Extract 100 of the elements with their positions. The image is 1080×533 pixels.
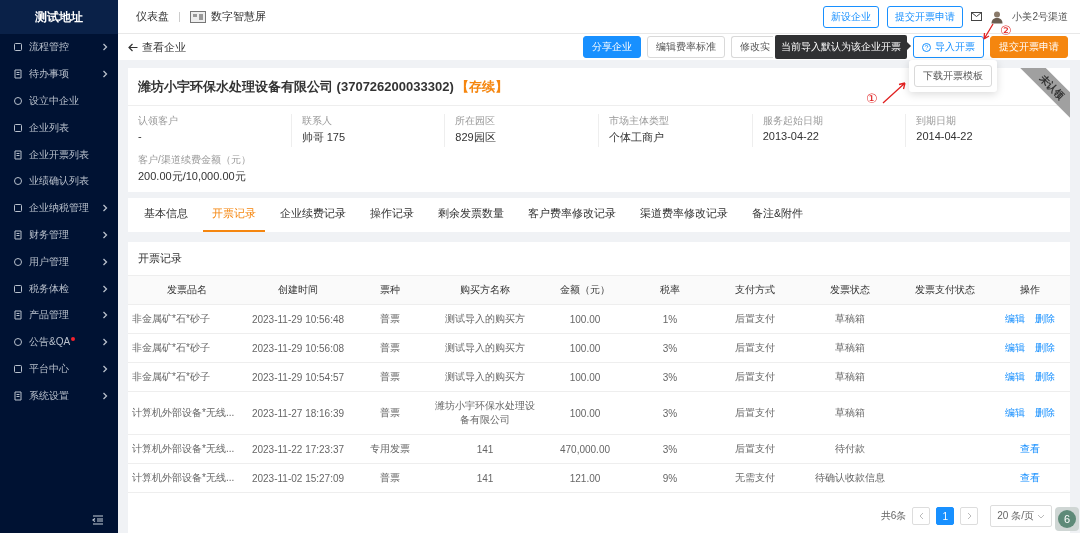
table-cell-text: 普票 [379, 406, 401, 420]
field-value: 829园区 [455, 130, 497, 145]
total-count: 共6条 [880, 509, 907, 523]
table-cell-text: 3% [661, 406, 679, 421]
field-value: 2013-04-22 [762, 130, 820, 142]
column-header: 购买方名称 [459, 283, 511, 297]
sidebar-item[interactable]: 平台中心 [0, 355, 118, 383]
company-name: 潍坊小宇环保水处理设备有限公司 (370726200033302) [138, 78, 454, 96]
tab[interactable]: 企业续费记录 [271, 198, 355, 232]
table-cell-text: 测试导入的购买方 [444, 341, 526, 355]
table-cell-text: 141 [475, 471, 495, 486]
sidebar-item[interactable]: 财务管理 [0, 221, 118, 249]
table-cell-text: 草稿箱 [834, 370, 866, 384]
field-label: 联系人 [301, 114, 333, 128]
app-logo: 测试地址 [0, 0, 118, 34]
table-cell-text: 计算机外部设备*无线... [131, 471, 236, 485]
sidebar-item[interactable]: 用户管理 [0, 248, 118, 276]
annotation-number: ① [866, 92, 878, 105]
table-cell-text: 100.00 [568, 406, 602, 421]
table-cell-text: 2023-11-29 10:54:57 [250, 370, 346, 385]
table-cell-text: 普票 [379, 341, 401, 355]
table-cell-text: 专用发票 [369, 442, 411, 456]
table-cell-text: 后置支付 [734, 406, 776, 420]
table-cell-text: 无需支付 [734, 471, 776, 485]
table-cell-text: 100.00 [568, 341, 602, 356]
table-cell-text: 待确认收款信息 [814, 471, 886, 485]
column-header: 操作 [1019, 283, 1041, 297]
table-cell-text: 2023-11-27 18:16:39 [250, 406, 346, 421]
sidebar-item[interactable]: 产品管理 [0, 301, 118, 329]
table-cell-text: 草稿箱 [834, 341, 866, 355]
column-header: 发票状态 [829, 283, 871, 297]
tab[interactable]: 客户费率修改记录 [519, 198, 625, 232]
sidebar-item[interactable]: 企业开票列表 [0, 141, 118, 168]
action-button[interactable]: 编辑费率标准 [647, 36, 725, 58]
table-cell-text: 后置支付 [734, 341, 776, 355]
table-cell-text: 草稿箱 [834, 406, 866, 420]
tab[interactable]: 渠道费率修改记录 [631, 198, 737, 232]
field-label: 认领客户 [138, 114, 179, 128]
table-cell-text: 计算机外部设备*无线... [131, 406, 236, 420]
table-cell-text: 141 [475, 442, 495, 457]
column-header: 税率 [659, 283, 681, 297]
table-cell-text: 121.00 [568, 471, 602, 486]
table-cell-text: 后置支付 [734, 442, 776, 456]
tab[interactable]: 操作记录 [361, 198, 423, 232]
tab[interactable]: 剩余发票数量 [429, 198, 513, 232]
table-cell-text: 2023-11-22 17:23:37 [250, 442, 346, 457]
user-name: 小美2号渠道 [1012, 9, 1068, 24]
page-size-select[interactable]: 20 条/页 [990, 505, 1052, 527]
back-link[interactable]: 查看企业 [128, 39, 186, 55]
table-cell-text: 2023-11-29 10:56:08 [250, 341, 346, 356]
sidebar-item[interactable]: 企业纳税管理 [0, 194, 118, 222]
tab[interactable]: 基本信息 [135, 198, 197, 232]
sidebar-item[interactable]: 税务体检 [0, 275, 118, 302]
sidebar-item[interactable]: 系统设置 [0, 382, 118, 410]
column-header: 支付方式 [734, 283, 776, 297]
dropdown-item[interactable]: 下载开票模板 [914, 65, 992, 87]
action-button[interactable]: 修改实 [731, 36, 773, 58]
table-cell-text: 测试导入的购买方 [444, 370, 526, 384]
field-label: 到期日期 [916, 114, 958, 128]
tab[interactable]: 备注&附件 [743, 198, 812, 232]
table-cell-text: 2023-11-02 15:27:09 [250, 471, 346, 486]
table-cell-text: 3% [661, 341, 679, 356]
field-value: 2014-04-22 [916, 130, 974, 142]
field-label: 客户/渠道续费金额（元） [138, 153, 252, 167]
table-cell-text: 测试导入的购买方 [444, 312, 526, 326]
field-value: - [138, 130, 143, 142]
field-value: 帅哥 175 [301, 130, 347, 145]
table-cell-text: 计算机外部设备*无线... [131, 442, 236, 456]
nav-link[interactable]: 数字智慧屏 [188, 9, 268, 24]
table-cell-text: 后置支付 [734, 312, 776, 326]
column-header: 票种 [379, 283, 401, 297]
column-header: 创建时间 [277, 283, 319, 297]
field-value: 个体工商户 [609, 130, 665, 145]
sidebar-item[interactable]: 企业列表 [0, 114, 118, 142]
table-cell-text: 470,000.00 [558, 442, 612, 457]
field-label: 所在园区 [455, 114, 497, 128]
table-cell-text: 待付款 [834, 442, 866, 456]
table-cell-text: 3% [661, 442, 679, 457]
sidebar-item[interactable]: 公告&QA [0, 328, 118, 356]
table-cell-text: 3% [661, 370, 679, 385]
sidebar-item[interactable]: 设立中企业 [0, 87, 118, 115]
table-cell-text: 1% [661, 312, 679, 327]
table-cell-text: 非金属矿*石*砂子 [131, 341, 211, 355]
table-cell-text: 普票 [379, 471, 401, 485]
table-cell-text: 9% [661, 471, 679, 486]
column-header: 金额（元） [559, 283, 611, 297]
annotation-number: ② [1000, 24, 1012, 37]
field-value: 200.00元/10,000.00元 [138, 169, 247, 184]
table-cell-text: 2023-11-29 10:56:48 [250, 312, 346, 327]
sidebar-item[interactable]: 待办事项 [0, 60, 118, 88]
table-cell-text: 普票 [379, 370, 401, 384]
nav-link[interactable]: 仪表盘 [134, 9, 171, 24]
table-cell-text: 100.00 [568, 370, 602, 385]
field-label: 市场主体类型 [609, 114, 670, 128]
table-cell-text: 普票 [379, 312, 401, 326]
sidebar-item[interactable]: 业绩确认列表 [0, 168, 118, 195]
status-tag: 【存续】 [455, 78, 508, 96]
sidebar-item[interactable]: 流程管控 [0, 34, 118, 61]
field-label: 服务起始日期 [762, 114, 824, 128]
table-cell-text: 非金属矿*石*砂子 [131, 312, 211, 326]
